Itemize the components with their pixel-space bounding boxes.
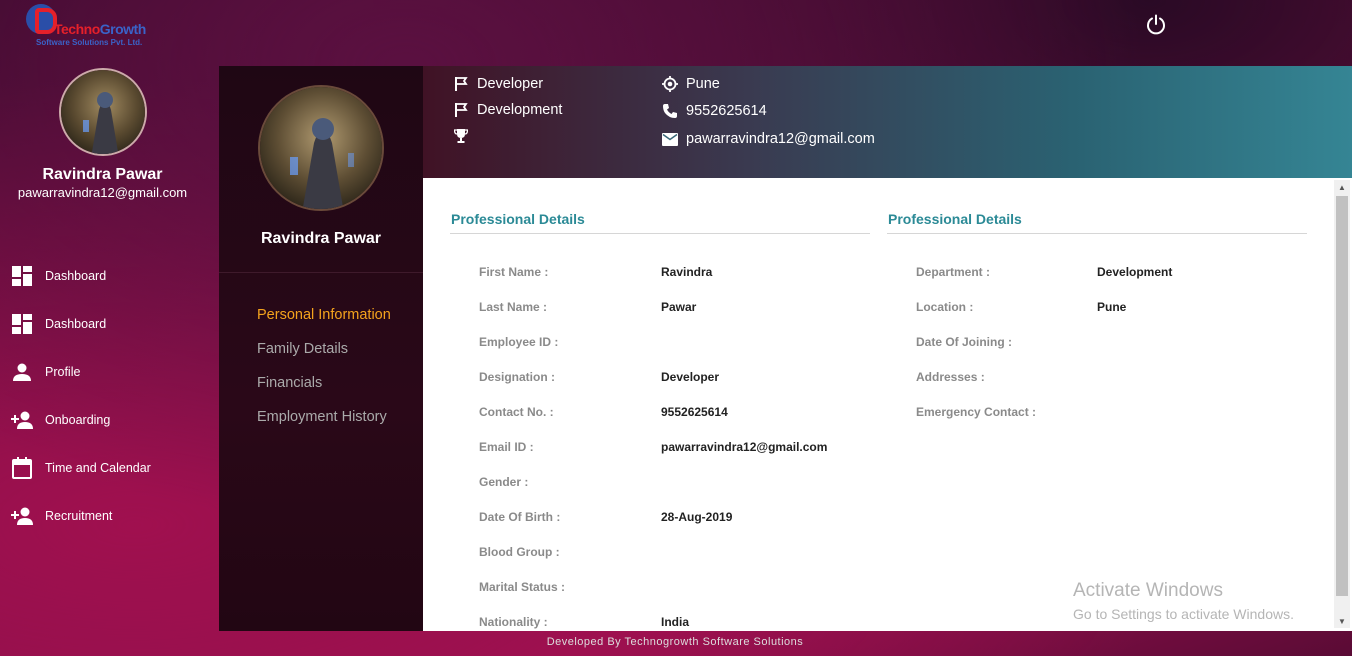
flag-icon: [453, 76, 469, 92]
profile-header: Developer Development Pune 9552625614 pa…: [423, 66, 1352, 178]
logo-mark-icon: [26, 4, 57, 34]
profile-tab-personal-information[interactable]: Personal Information: [257, 306, 391, 340]
sidebar-item-label: Dashboard: [45, 317, 107, 331]
content-scrollbar[interactable]: ▲ ▼: [1334, 180, 1350, 628]
field-label: Designation :: [479, 370, 556, 384]
scrollbar-thumb[interactable]: [1336, 196, 1348, 596]
dashboard-icon: [11, 313, 33, 335]
profile-tab-employment-history[interactable]: Employment History: [257, 408, 391, 442]
profile-divider: [219, 272, 423, 273]
field-label: Last Name :: [479, 300, 548, 314]
personal-information-content: Professional Details Professional Detail…: [423, 178, 1352, 631]
header-location: Pune: [662, 76, 720, 92]
windows-activation-watermark: Activate Windows Go to Settings to activ…: [1073, 580, 1294, 622]
field-value: 9552625614: [661, 405, 728, 419]
field-value: Ravindra: [661, 265, 713, 279]
sidebar: Ravindra Pawar pawarravindra12@gmail.com…: [0, 60, 218, 640]
mail-icon: [662, 131, 678, 147]
profile-avatar[interactable]: [258, 85, 384, 211]
sidebar-user-email: pawarravindra12@gmail.com: [17, 185, 188, 200]
field-value: Pune: [1097, 300, 1127, 314]
sidebar-item-recruitment[interactable]: Recruitment: [0, 492, 218, 540]
field-label: Department :: [916, 265, 991, 279]
field-label: Location :: [916, 300, 974, 314]
header-award: [453, 128, 477, 144]
header-department: Development: [453, 102, 562, 118]
profile-menu: Personal Information Family Details Fina…: [257, 306, 391, 442]
field-label: Date Of Birth :: [479, 510, 561, 524]
field-label: Emergency Contact :: [916, 405, 1037, 419]
field-value: Developer: [661, 370, 720, 384]
field-value: pawarravindra12@gmail.com: [661, 440, 828, 454]
field-label: Blood Group :: [479, 545, 560, 559]
sidebar-item-profile[interactable]: Profile: [0, 348, 218, 396]
sidebar-item-label: Recruitment: [45, 509, 113, 523]
logo-brand-part2: Growth: [99, 21, 147, 37]
field-label: Contact No. :: [479, 405, 554, 419]
logout-button[interactable]: [1144, 13, 1168, 37]
company-logo: TechnoGrowth Software Solutions Pvt. Ltd…: [26, 4, 156, 50]
logo-brand-part1: Techno: [54, 21, 100, 37]
power-icon: [1147, 14, 1165, 35]
field-label: Marital Status :: [479, 580, 566, 594]
field-label: Employee ID :: [479, 335, 559, 349]
sidebar-item-label: Dashboard: [45, 269, 107, 283]
sidebar-nav: Dashboard Dashboard Profile Onboarding T…: [0, 252, 218, 540]
logo-tagline: Software Solutions Pvt. Ltd.: [36, 38, 143, 47]
scroll-up-arrow-icon[interactable]: ▲: [1334, 180, 1350, 194]
trophy-icon: [453, 128, 469, 144]
sidebar-item-time-calendar[interactable]: Time and Calendar: [0, 444, 218, 492]
profile-tab-financials[interactable]: Financials: [257, 374, 391, 408]
sidebar-item-dashboard-2[interactable]: Dashboard: [0, 300, 218, 348]
avatar[interactable]: [59, 68, 147, 156]
scroll-down-arrow-icon[interactable]: ▼: [1334, 614, 1350, 628]
field-value: Pawar: [661, 300, 697, 314]
field-label: First Name :: [479, 265, 549, 279]
field-value: 28-Aug-2019: [661, 510, 733, 524]
profile-panel: Ravindra Pawar Personal Information Fami…: [219, 66, 423, 631]
section-divider: [450, 233, 870, 234]
field-value: India: [661, 615, 690, 629]
field-label: Email ID :: [479, 440, 534, 454]
person-icon: [11, 361, 33, 383]
location-target-icon: [662, 76, 678, 92]
sidebar-user-name: Ravindra Pawar: [42, 166, 163, 183]
sidebar-item-label: Profile: [45, 365, 81, 379]
sidebar-item-dashboard[interactable]: Dashboard: [0, 252, 218, 300]
phone-icon: [662, 103, 678, 119]
sidebar-item-label: Time and Calendar: [45, 461, 151, 475]
sidebar-item-label: Onboarding: [45, 413, 111, 427]
sidebar-item-onboarding[interactable]: Onboarding: [0, 396, 218, 444]
field-label: Addresses :: [916, 370, 985, 384]
header-phone: 9552625614: [662, 103, 767, 119]
footer: Developed By Technogrowth Software Solut…: [546, 636, 804, 648]
person-add-icon: [11, 409, 33, 431]
dashboard-icon: [11, 265, 33, 287]
field-label: Date Of Joining :: [916, 335, 1012, 349]
profile-tab-family-details[interactable]: Family Details: [257, 340, 391, 374]
section-title-left: Professional Details: [451, 211, 585, 227]
person-add-icon: [11, 505, 33, 527]
flag-icon: [453, 102, 469, 118]
profile-user-name: Ravindra Pawar: [260, 230, 382, 247]
header-designation: Developer: [453, 76, 543, 92]
section-divider: [887, 233, 1307, 234]
field-label: Nationality :: [479, 615, 548, 629]
field-value: Development: [1097, 265, 1173, 279]
section-title-right: Professional Details: [888, 211, 1022, 227]
header-email: pawarravindra12@gmail.com: [662, 131, 875, 147]
field-label: Gender :: [479, 475, 529, 489]
calendar-icon: [11, 457, 33, 479]
